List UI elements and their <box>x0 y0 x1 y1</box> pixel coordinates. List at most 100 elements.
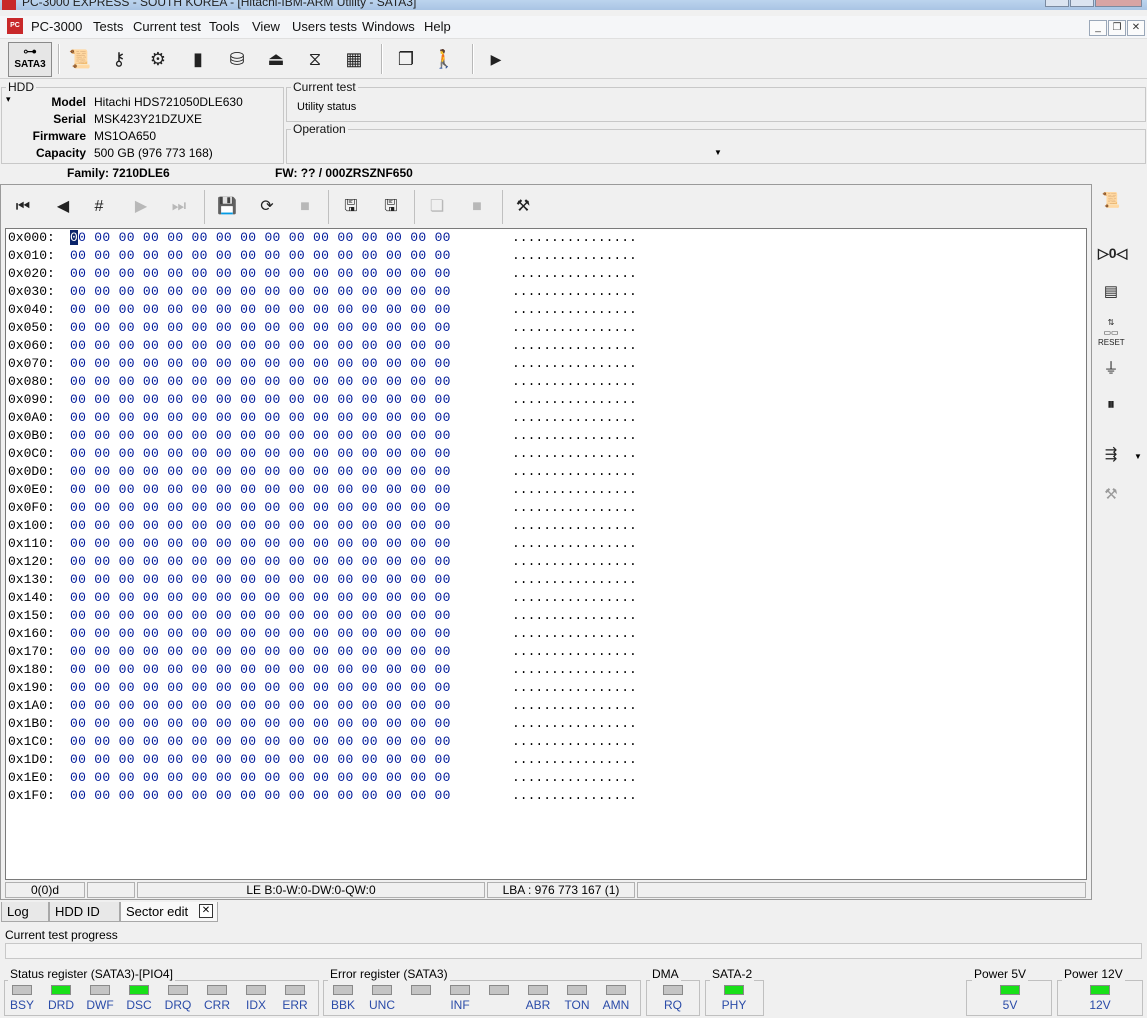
menu-users-tests[interactable]: Users tests <box>292 19 357 34</box>
refresh-icon[interactable]: ⟳ <box>254 192 280 222</box>
paste-icon[interactable]: ■ <box>464 192 490 222</box>
hex-row-bytes[interactable]: 00 00 00 00 00 00 00 00 00 00 00 00 00 0… <box>70 445 451 463</box>
hex-row-ascii[interactable]: ................ <box>512 409 637 427</box>
hex-row-bytes[interactable]: 00 00 00 00 00 00 00 00 00 00 00 00 00 0… <box>70 625 451 643</box>
hex-row-bytes[interactable]: 00 00 00 00 00 00 00 00 00 00 00 00 00 0… <box>70 355 451 373</box>
hex-row-ascii[interactable]: ................ <box>512 715 637 733</box>
hex-row-bytes[interactable]: 00 00 00 00 00 00 00 00 00 00 00 00 00 0… <box>70 409 451 427</box>
hex-row-ascii[interactable]: ................ <box>512 247 637 265</box>
hex-row-ascii[interactable]: ................ <box>512 499 637 517</box>
hex-row-ascii[interactable]: ................ <box>512 445 637 463</box>
hex-row-bytes[interactable]: 00 00 00 00 00 00 00 00 00 00 00 00 00 0… <box>70 661 451 679</box>
hex-row-bytes[interactable]: 00 00 00 00 00 00 00 00 00 00 00 00 00 0… <box>70 337 451 355</box>
close-window-button[interactable] <box>1095 0 1142 7</box>
tools-disabled-icon[interactable]: ⚒ <box>1098 482 1124 508</box>
hex-row-ascii[interactable]: ................ <box>512 301 637 319</box>
hex-row-bytes[interactable]: 00 00 00 00 00 00 00 00 00 00 00 00 00 0… <box>70 463 451 481</box>
tab-hdd-id[interactable]: HDD ID <box>49 902 120 922</box>
hex-row-bytes[interactable]: 00 00 00 00 00 00 00 00 00 00 00 00 00 0… <box>70 697 451 715</box>
menu-pc3000[interactable]: PC-3000 <box>31 19 82 34</box>
menu-help[interactable]: Help <box>424 19 451 34</box>
close-tab-icon[interactable]: ✕ <box>199 904 213 918</box>
hex-row-ascii[interactable]: ................ <box>512 589 637 607</box>
next-sector-icon[interactable]: ▶ <box>128 192 154 222</box>
head-select-dropdown-icon[interactable]: ▼ <box>1134 452 1142 461</box>
windows-icon[interactable]: ❐ <box>392 45 420 73</box>
minimize-window-button[interactable] <box>1045 0 1069 7</box>
drive-icon[interactable]: ⛁ <box>223 45 251 73</box>
menu-view[interactable]: View <box>252 19 280 34</box>
pause-icon[interactable]: ⏸ <box>1098 392 1124 418</box>
menu-tests[interactable]: Tests <box>93 19 123 34</box>
copy-icon[interactable]: ❏ <box>424 192 450 222</box>
hex-row-ascii[interactable]: ................ <box>512 769 637 787</box>
hex-row-ascii[interactable]: ................ <box>512 571 637 589</box>
hex-row-bytes[interactable]: 00 00 00 00 00 00 00 00 00 00 00 00 00 0… <box>70 517 451 535</box>
scroll-icon[interactable]: 📜 <box>66 45 94 73</box>
hex-row-bytes[interactable]: 00 00 00 00 00 00 00 00 00 00 00 00 00 0… <box>70 607 451 625</box>
hex-row-bytes[interactable]: 00 00 00 00 00 00 00 00 00 00 00 00 00 0… <box>70 787 451 805</box>
hex-row-bytes[interactable]: 00 00 00 00 00 00 00 00 00 00 00 00 00 0… <box>70 499 451 517</box>
hex-row-bytes[interactable]: 00 00 00 00 00 00 00 00 00 00 00 00 00 0… <box>70 589 451 607</box>
hex-row-bytes[interactable]: 00 00 00 00 00 00 00 00 00 00 00 00 00 0… <box>70 319 451 337</box>
gears-icon[interactable]: ⚙ <box>144 45 172 73</box>
user-test-icon[interactable]: 🚶 <box>430 45 458 73</box>
hex-row-ascii[interactable]: ................ <box>512 517 637 535</box>
hex-row-ascii[interactable]: ................ <box>512 787 637 805</box>
hex-row-bytes[interactable]: 00 00 00 00 00 00 00 00 00 00 00 00 00 0… <box>70 481 451 499</box>
hex-row-bytes[interactable]: 00 00 00 00 00 00 00 00 00 00 00 00 00 0… <box>70 733 451 751</box>
board-icon[interactable]: ▤ <box>1098 279 1124 305</box>
run-arrow-icon[interactable]: ▶ <box>482 45 510 73</box>
hex-row-ascii[interactable]: ................ <box>512 355 637 373</box>
hex-row-ascii[interactable]: ................ <box>512 535 637 553</box>
hex-row-bytes[interactable]: 00 00 00 00 00 00 00 00 00 00 00 00 00 0… <box>70 553 451 571</box>
hex-row-bytes[interactable]: 00 00 00 00 00 00 00 00 00 00 00 00 00 0… <box>70 643 451 661</box>
hex-row-bytes[interactable]: 00 00 00 00 00 00 00 00 00 00 00 00 00 0… <box>70 715 451 733</box>
hex-row-ascii[interactable]: ................ <box>512 373 637 391</box>
hex-row-bytes[interactable]: 00 00 00 00 00 00 00 00 00 00 00 00 00 0… <box>70 373 451 391</box>
write-from-buffer-icon[interactable]: 🖫 <box>378 192 404 222</box>
log-scroll-icon[interactable]: 📜 <box>1098 188 1124 214</box>
hex-row-ascii[interactable]: ................ <box>512 337 637 355</box>
tab-log[interactable]: Log <box>1 902 49 922</box>
head-map-icon[interactable]: ⧖ <box>301 45 329 73</box>
hex-row-ascii[interactable]: ................ <box>512 265 637 283</box>
mdi-close-button[interactable]: ✕ <box>1127 20 1145 36</box>
hex-row-bytes[interactable]: 00 00 00 00 00 00 00 00 00 00 00 00 00 0… <box>70 769 451 787</box>
hex-row-ascii[interactable]: ................ <box>512 463 637 481</box>
last-sector-icon[interactable]: ⏭ <box>166 192 192 222</box>
hex-row-ascii[interactable]: ................ <box>512 283 637 301</box>
goto-sector-icon[interactable]: # <box>86 192 112 222</box>
hex-row-ascii[interactable]: ................ <box>512 697 637 715</box>
hex-row-bytes[interactable]: 00 00 00 00 00 00 00 00 00 00 00 00 00 0… <box>70 391 451 409</box>
head-select-icon[interactable]: ⇶ <box>1098 442 1124 468</box>
hex-row-bytes[interactable]: 00 00 00 00 00 00 00 00 00 00 00 00 00 0… <box>70 301 451 319</box>
read-to-buffer-icon[interactable]: 🖫 <box>338 192 364 222</box>
hex-row-bytes[interactable]: 00 00 00 00 00 00 00 00 00 00 00 00 00 0… <box>70 229 451 247</box>
hex-row-ascii[interactable]: ................ <box>512 481 637 499</box>
maximize-window-button[interactable] <box>1070 0 1094 7</box>
hex-row-bytes[interactable]: 00 00 00 00 00 00 00 00 00 00 00 00 00 0… <box>70 571 451 589</box>
hex-row-bytes[interactable]: 00 00 00 00 00 00 00 00 00 00 00 00 00 0… <box>70 535 451 553</box>
hex-row-ascii[interactable]: ................ <box>512 751 637 769</box>
operation-dropdown-icon[interactable]: ▼ <box>714 148 722 157</box>
menu-current-test[interactable]: Current test <box>133 19 201 34</box>
hex-row-bytes[interactable]: 00 00 00 00 00 00 00 00 00 00 00 00 00 0… <box>70 679 451 697</box>
hex-row-bytes[interactable]: 00 00 00 00 00 00 00 00 00 00 00 00 00 0… <box>70 283 451 301</box>
reset-icon[interactable]: ⇅ ▭▭ RESET <box>1098 318 1125 347</box>
hex-row-bytes[interactable]: 00 00 00 00 00 00 00 00 00 00 00 00 00 0… <box>70 751 451 769</box>
hex-row-ascii[interactable]: ................ <box>512 733 637 751</box>
first-sector-icon[interactable]: ⏮ <box>10 192 36 222</box>
power-switch-icon[interactable]: ⏚ <box>1098 356 1124 382</box>
stop-icon[interactable]: ■ <box>292 192 318 222</box>
mdi-restore-button[interactable]: ❐ <box>1108 20 1126 36</box>
head-up-icon[interactable]: ⏏ <box>262 45 290 73</box>
hex-row-ascii[interactable]: ................ <box>512 553 637 571</box>
hex-row-ascii[interactable]: ................ <box>512 661 637 679</box>
hex-row-ascii[interactable]: ................ <box>512 643 637 661</box>
menu-tools[interactable]: Tools <box>209 19 239 34</box>
hex-row-bytes[interactable]: 00 00 00 00 00 00 00 00 00 00 00 00 00 0… <box>70 427 451 445</box>
grid-icon[interactable]: ▦ <box>340 45 368 73</box>
chip-icon[interactable]: ▮ <box>184 45 212 73</box>
save-disk-icon[interactable]: 💾 <box>214 192 240 222</box>
